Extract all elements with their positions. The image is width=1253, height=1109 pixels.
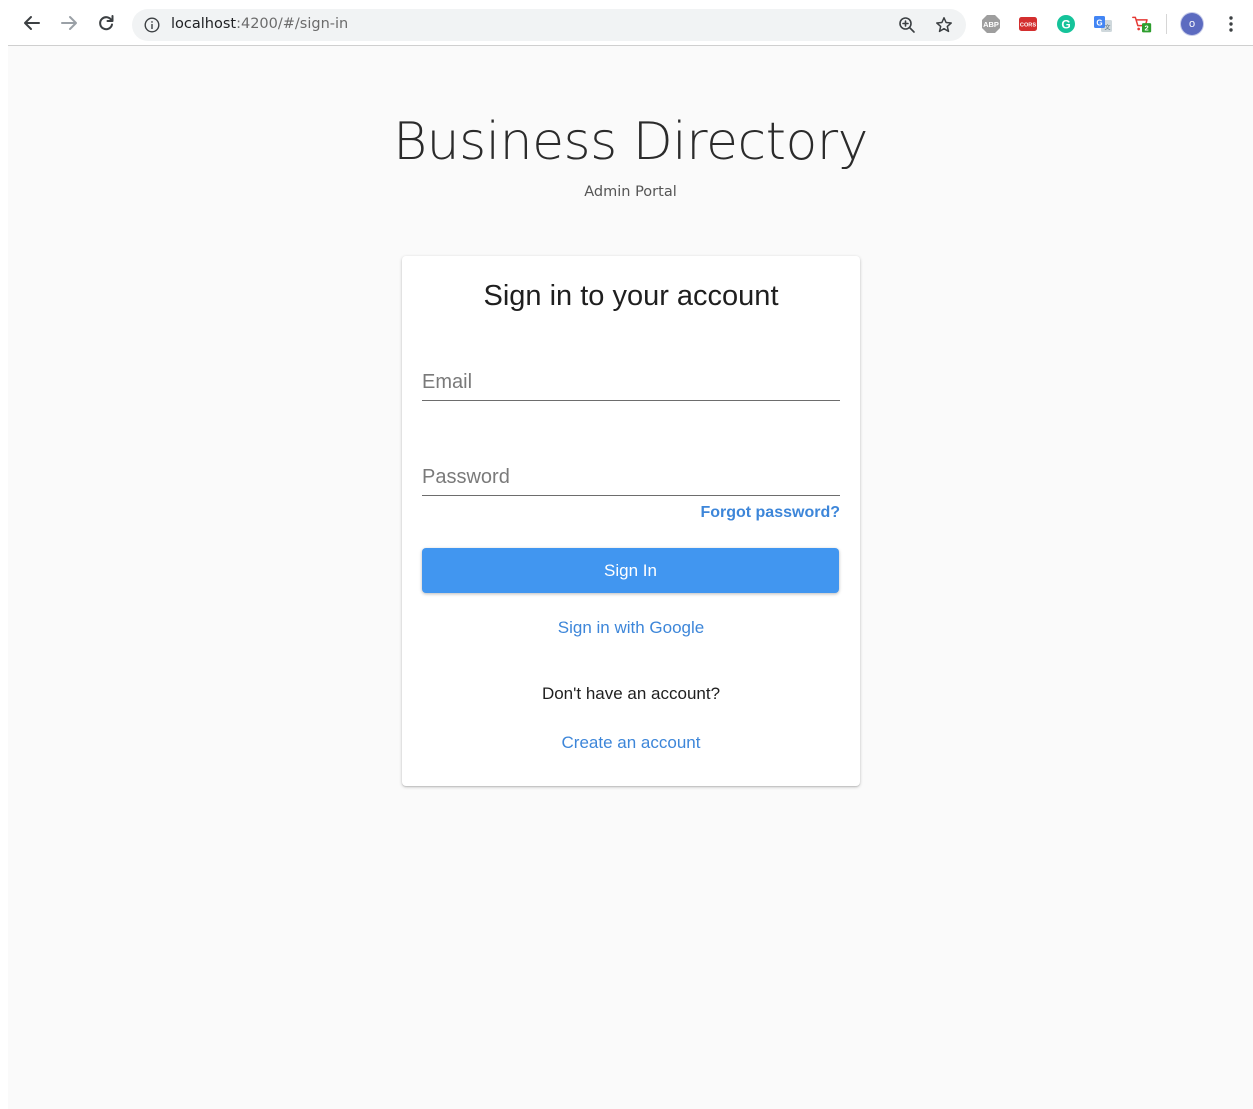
shopping-cart-icon: 2 [1132, 16, 1152, 33]
forgot-password-link[interactable]: Forgot password? [700, 504, 840, 522]
sign-in-button[interactable]: Sign In [422, 548, 839, 593]
browser-window: localhost:4200/#/sign-in ABP CORS G G 文 … [8, 0, 1253, 1109]
cors-icon: CORS [1019, 17, 1037, 31]
browser-toolbar: localhost:4200/#/sign-in ABP CORS G G 文 … [8, 0, 1253, 46]
grammarly-extension[interactable]: G [1056, 14, 1076, 34]
profile-avatar[interactable]: o [1181, 13, 1203, 35]
abp-icon: ABP [982, 15, 1000, 33]
forward-button[interactable] [57, 11, 81, 35]
no-account-text: Don't have an account? [541, 684, 721, 703]
email-field-wrapper [422, 356, 840, 401]
create-account-link[interactable]: Create an account [402, 733, 860, 753]
abp-extension[interactable]: ABP [981, 14, 1001, 34]
translate-icon: G 文 [1094, 16, 1112, 32]
reload-button[interactable] [94, 11, 118, 35]
signin-card: Sign in to your account Forgot password?… [402, 256, 860, 786]
star-icon [936, 17, 952, 33]
url-path: :4200/#/sign-in [236, 16, 349, 32]
more-vert-icon [1229, 16, 1233, 32]
email-input[interactable] [422, 371, 840, 394]
zoom-in-icon [899, 17, 915, 33]
address-bar[interactable]: localhost:4200/#/sign-in [132, 9, 966, 41]
shopping-extension[interactable]: 2 [1132, 14, 1152, 34]
google-signin-link[interactable]: Sign in with Google [402, 618, 860, 638]
reload-icon [99, 15, 114, 31]
info-icon[interactable] [144, 17, 160, 33]
svg-text:文: 文 [1104, 24, 1110, 32]
grammarly-label: G [1061, 17, 1070, 31]
password-input[interactable] [422, 466, 840, 489]
grammarly-icon: G [1057, 15, 1075, 33]
url-host: localhost [171, 16, 237, 32]
signin-title: Sign in to your account [483, 280, 779, 312]
svg-text:G: G [1096, 19, 1102, 28]
password-field-wrapper [422, 451, 840, 496]
browser-menu-button[interactable] [1221, 14, 1241, 34]
cors-label: CORS [1020, 23, 1036, 29]
abp-label: ABP [983, 20, 999, 29]
zoom-button[interactable] [898, 16, 916, 34]
back-button[interactable] [20, 11, 44, 35]
arrow-left-icon [24, 16, 40, 30]
arrow-right-icon [61, 16, 77, 30]
url-text[interactable]: localhost:4200/#/sign-in [171, 16, 348, 32]
page-subtitle: Admin Portal [584, 184, 677, 200]
toolbar-divider [1166, 14, 1167, 34]
bookmark-button[interactable] [935, 16, 953, 34]
translate-extension[interactable]: G 文 [1093, 14, 1113, 34]
cors-extension[interactable]: CORS [1018, 14, 1038, 34]
page-title: Business Directory [393, 112, 868, 172]
shopping-badge: 2 [1144, 24, 1148, 33]
